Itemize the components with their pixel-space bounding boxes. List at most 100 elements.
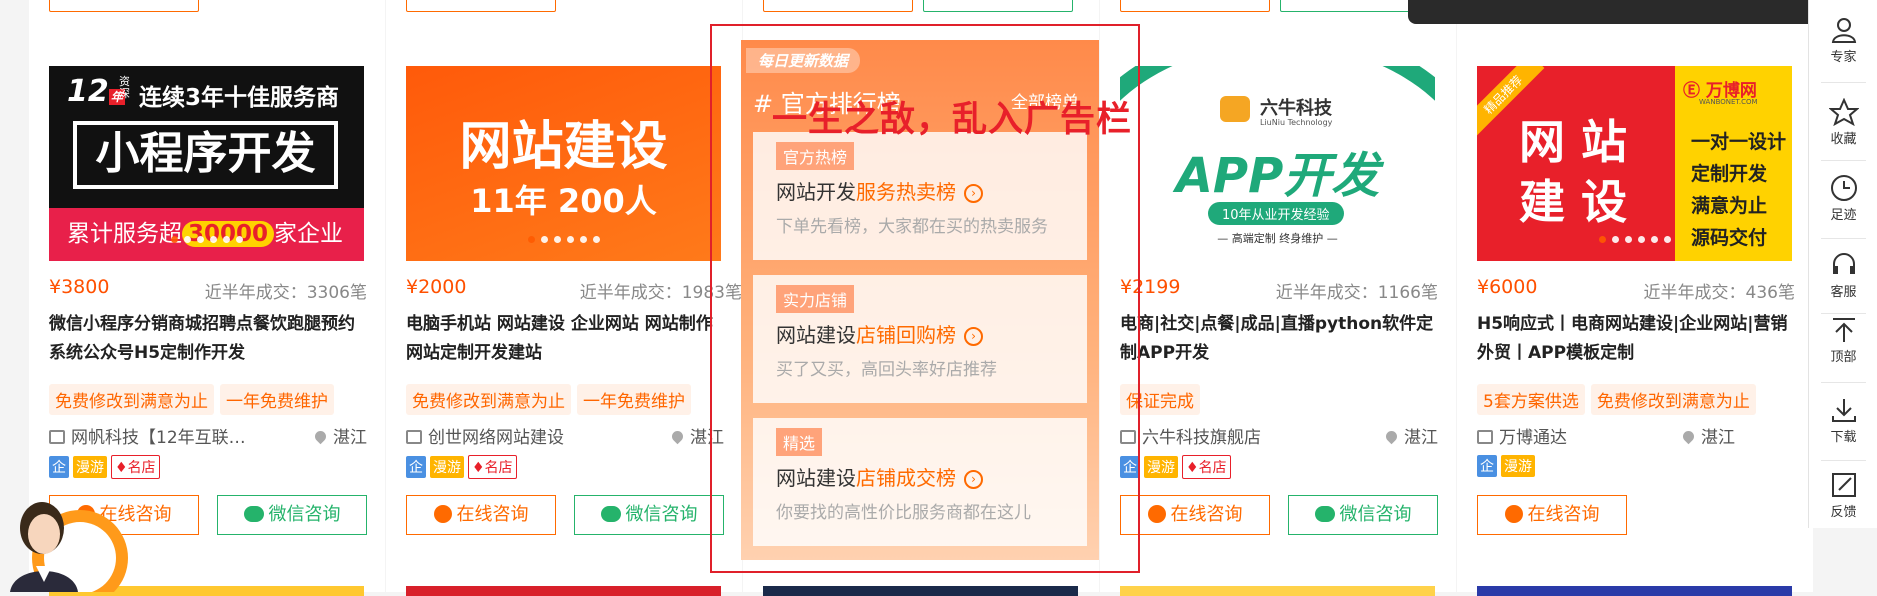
sidebar-item-download[interactable]: 下载	[1809, 380, 1877, 450]
arrow-right-icon: ›	[964, 470, 983, 489]
shop-city: 湛江	[669, 423, 724, 448]
download-icon	[1831, 399, 1856, 422]
enterprise-badge: 企	[49, 456, 69, 478]
online-consult-button[interactable]: 在线咨询	[1477, 495, 1627, 535]
wechat-consult-button[interactable]	[923, 0, 1073, 12]
shop-city: 湛江	[1383, 423, 1438, 448]
service-title[interactable]: H5响应式丨电商网站建设|企业网站|营销外贸丨APP模板定制	[1477, 310, 1795, 368]
ranking-subtitle: 下单先看榜，大家都在买的热卖服务	[776, 217, 1048, 237]
ranking-box-deals[interactable]: 精选 网站建设店铺成交榜 › 你要找的高性价比服务商都在这儿	[753, 418, 1087, 546]
sidebar-item-favorite[interactable]: 收藏	[1809, 82, 1877, 152]
sales-count: 近半年成交：1166笔	[1275, 283, 1438, 303]
ranking-title[interactable]: 网站建设店铺回购榜 ›	[776, 319, 983, 348]
location-icon	[312, 428, 329, 445]
service-banner-image[interactable]: 网站建设 11年 200人	[406, 66, 721, 261]
enterprise-badge: 企	[1477, 455, 1497, 477]
sidebar-item-label: 足迹	[1830, 208, 1857, 223]
banner-sub: 11年 200人	[470, 182, 657, 220]
price: ¥2000	[406, 276, 467, 298]
service-title[interactable]: 电脑手机站 网站建设 企业网站 网站制作 网站定制开发建站	[406, 310, 724, 368]
location-icon	[669, 428, 686, 445]
ranking-title[interactable]: 网站建设店铺成交榜 ›	[776, 462, 983, 491]
shop-name[interactable]: 万博通达	[1477, 423, 1567, 448]
customer-service-avatar[interactable]	[0, 478, 135, 596]
online-consult-button[interactable]	[763, 0, 913, 12]
online-consult-button[interactable]: 在线咨询	[1120, 495, 1270, 535]
banner-brand: 六牛科技	[1260, 98, 1332, 119]
enterprise-badge: 企	[406, 456, 426, 478]
roaming-badge: 漫游	[430, 456, 464, 478]
roaming-badge: 漫游	[73, 456, 107, 478]
banner-main: 建 设	[1519, 175, 1628, 229]
famous-shop-badge: ♦名店	[468, 455, 517, 479]
service-tag: 免费修改到满意为止	[1590, 384, 1756, 415]
wechat-icon	[243, 506, 264, 522]
sales-count: 近半年成交：1983笔	[579, 283, 742, 303]
service-card: 六牛科技 LiuNiu Technology APP开发 10年从业开发经验 —…	[1100, 0, 1456, 596]
wechat-consult-button[interactable]: 微信咨询	[574, 495, 724, 535]
ranking-box-repurchase[interactable]: 实力店铺 网站建设店铺回购榜 › 买了又买，高回头率好店推荐	[753, 275, 1087, 403]
ranking-subtitle: 买了又买，高回头率好店推荐	[776, 360, 997, 380]
online-consult-button[interactable]	[406, 0, 556, 12]
wechat-consult-button[interactable]: 微信咨询	[217, 495, 367, 535]
service-title[interactable]: 电商|社交|点餐|成品|直播python软件定制APP开发	[1120, 310, 1438, 368]
carousel-dots[interactable]	[49, 228, 364, 247]
sidebar-item-to-top[interactable]: 顶部	[1809, 300, 1877, 370]
shop-name[interactable]: 六牛科技旗舰店	[1120, 423, 1261, 448]
enterprise-badge: 企	[1120, 456, 1140, 478]
annotation-text: 一生之敌，乱入广告栏	[772, 100, 1133, 140]
service-card: 精品推荐 Ⓔ 万博网 WANBONET.COM 网 站 建 设 一对一设计 定制开…	[1457, 0, 1813, 596]
chat-icon	[433, 505, 452, 523]
clock-icon	[1830, 175, 1857, 201]
badge-list: 企漫游	[1477, 455, 1539, 477]
ranking-tag: 实力店铺	[776, 285, 855, 313]
floating-toolbar[interactable]	[1408, 0, 1808, 24]
right-sidebar: 专家 收藏 足迹 客服 顶部 下载 反馈	[1808, 0, 1877, 528]
chat-icon	[1504, 505, 1523, 523]
service-title[interactable]: 微信小程序分销商城招聘点餐饮跑腿预约系统公众号H5定制作开发	[49, 310, 367, 368]
famous-shop-badge: ♦名店	[111, 455, 160, 479]
online-consult-button[interactable]: 在线咨询	[406, 495, 556, 535]
sidebar-item-feedback[interactable]: 反馈	[1809, 455, 1877, 525]
carousel-dots[interactable]	[1477, 228, 1792, 247]
roaming-badge: 漫游	[1144, 456, 1178, 478]
shop-city: 湛江	[312, 423, 367, 448]
sidebar-item-service[interactable]: 客服	[1809, 235, 1877, 305]
chat-icon	[1147, 505, 1166, 523]
daily-update-flag: 每日更新数据	[746, 48, 861, 73]
service-banner-image[interactable]: 12 年 资深 连续3年十佳服务商 小程序开发 累计服务超 30000 家企业	[49, 66, 364, 261]
online-consult-button[interactable]	[49, 0, 199, 12]
online-consult-button[interactable]	[1120, 0, 1270, 12]
sidebar-item-history[interactable]: 足迹	[1809, 158, 1877, 228]
ranking-box-hot-sale[interactable]: 官方热榜 网站开发服务热卖榜 › 下单先看榜，大家都在买的热卖服务	[753, 132, 1087, 260]
banner-brand-en: LiuNiu Technology	[1260, 118, 1333, 127]
arrow-right-icon: ›	[964, 184, 983, 203]
service-banner-image[interactable]: 六牛科技 LiuNiu Technology APP开发 10年从业开发经验 —…	[1120, 66, 1435, 261]
badge-list: 企漫游 ♦名店	[1120, 455, 1235, 479]
banner-foot: — 高端定制 终身维护 —	[1217, 232, 1338, 245]
banner-headline: 连续3年十佳服务商	[139, 85, 340, 111]
service-banner-image[interactable]: 精品推荐 Ⓔ 万博网 WANBONET.COM 网 站 建 设 一对一设计 定制开…	[1477, 66, 1792, 261]
wechat-consult-button[interactable]: 微信咨询	[1288, 495, 1438, 535]
carousel-dots[interactable]	[406, 228, 721, 247]
shop-city: 湛江	[1680, 423, 1735, 448]
sidebar-item-expert[interactable]: 专家	[1809, 0, 1877, 70]
service-card: 网站建设 11年 200人 ¥2000 近半年成交：1983笔 电脑手机站 网站…	[386, 0, 742, 596]
badge-list: 企漫游 ♦名店	[406, 455, 521, 479]
service-tag: 一年免费维护	[577, 384, 691, 415]
roaming-badge: 漫游	[1501, 455, 1535, 477]
banner-main: 网 站	[1519, 115, 1628, 169]
service-tag: 保证完成	[1120, 384, 1200, 415]
ranking-title[interactable]: 网站开发服务热卖榜 ›	[776, 176, 983, 205]
to-top-icon	[1832, 318, 1855, 342]
shop-name[interactable]: 创世网络网站建设	[406, 423, 564, 448]
shop-icon	[406, 430, 422, 444]
ranking-tag: 精选	[776, 428, 823, 456]
price: ¥3800	[49, 276, 110, 298]
service-tag: 一年免费维护	[220, 384, 334, 415]
star-icon	[1828, 98, 1859, 126]
banner-main: 网站建设	[459, 117, 668, 177]
famous-shop-badge: ♦名店	[1182, 455, 1231, 479]
shop-name[interactable]: 网帆科技【12年互联…	[49, 423, 246, 448]
price: ¥2199	[1120, 276, 1181, 298]
